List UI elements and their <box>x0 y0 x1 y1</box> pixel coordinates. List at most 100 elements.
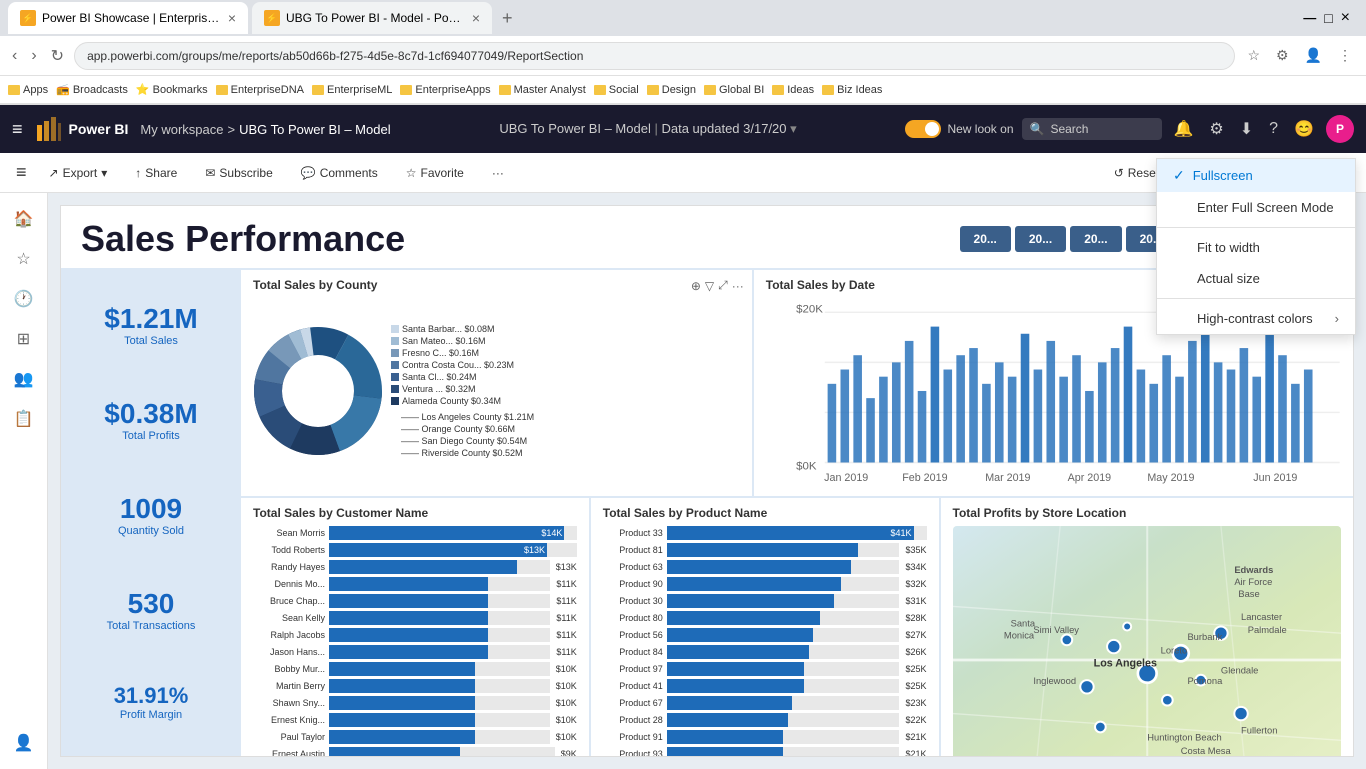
forward-button[interactable]: › <box>27 43 40 69</box>
list-item: Sean Morris $14K <box>253 526 577 540</box>
bar-track <box>329 679 550 693</box>
list-item: Product 63 $34K <box>603 560 927 574</box>
browser-chrome: ⚡ Power BI Showcase | Enterprise L... × … <box>0 0 1366 105</box>
bookmark-design[interactable]: Design <box>647 84 696 96</box>
county-chart-expand-icon[interactable]: ⤢ <box>718 278 728 293</box>
powerbi-logo: Power BI <box>35 115 129 143</box>
svg-text:Monica: Monica <box>1003 631 1034 641</box>
more-button[interactable]: ⋮ <box>1332 43 1358 68</box>
maximize-button[interactable]: □ <box>1324 10 1332 26</box>
powerbi-topbar: ≡ Power BI My workspace > UBG To Power B… <box>0 105 1366 153</box>
view-fullscreen-item[interactable]: ✓ Fullscreen <box>1157 159 1355 192</box>
sidebar-clock-icon[interactable]: 🕐 <box>6 281 42 317</box>
year-filter-1[interactable]: 20... <box>960 226 1011 252</box>
new-look-toggle[interactable]: New look on <box>905 120 1013 138</box>
view-high-contrast-item[interactable]: High-contrast colors › <box>1157 303 1355 334</box>
bar-track <box>667 560 900 574</box>
download-button[interactable]: ⬇ <box>1236 115 1257 143</box>
view-fit-width-item[interactable]: Fit to width <box>1157 232 1355 263</box>
list-item: Randy Hayes $13K <box>253 560 577 574</box>
county-chart-focus-icon[interactable]: ⊕ <box>691 278 701 293</box>
tab-close-2[interactable]: × <box>472 10 480 26</box>
feedback-button[interactable]: 😊 <box>1290 115 1318 143</box>
favorite-button[interactable]: ☆ Favorite <box>400 162 470 184</box>
year-filter-2[interactable]: 20... <box>1015 226 1066 252</box>
bar-track <box>329 730 550 744</box>
tab-close-1[interactable]: × <box>228 10 236 26</box>
high-contrast-arrow: › <box>1335 311 1339 326</box>
view-enter-fullscreen-item[interactable]: Enter Full Screen Mode <box>1157 192 1355 223</box>
svg-text:Huntington Beach: Huntington Beach <box>1147 732 1221 742</box>
bar-track <box>667 662 900 676</box>
sidebar-home-icon[interactable]: 🏠 <box>6 201 42 237</box>
close-window-button[interactable]: × <box>1341 9 1350 27</box>
comments-button[interactable]: 💬 Comments <box>295 162 384 184</box>
search-box[interactable]: 🔍 Search <box>1022 118 1162 140</box>
bookmark-enterpriseml[interactable]: EnterpriseML <box>312 84 392 96</box>
high-contrast-label: High-contrast colors <box>1197 311 1313 326</box>
tab-inactive[interactable]: ⚡ Power BI Showcase | Enterprise L... × <box>8 2 248 34</box>
user-avatar[interactable]: P <box>1326 115 1354 143</box>
bookmarks-bar: Apps 📻 Broadcasts ⭐ Bookmarks Enterprise… <box>0 76 1366 104</box>
subscribe-icon: ✉ <box>205 166 215 180</box>
bookmark-enterpriseapps[interactable]: EnterpriseApps <box>400 84 490 96</box>
kpi-total-sales: $1.21M Total Sales <box>77 303 225 347</box>
bookmark-enterprisedna[interactable]: EnterpriseDNA <box>216 84 304 96</box>
export-button[interactable]: ↗ Export ▾ <box>43 162 114 184</box>
bookmark-social[interactable]: Social <box>594 84 639 96</box>
settings-button[interactable]: ⚙ <box>1205 115 1227 143</box>
bookmark-broadcasts[interactable]: 📻 Broadcasts <box>56 83 128 96</box>
kpi-total-profits-label: Total Profits <box>77 430 225 442</box>
bar-track <box>667 645 900 659</box>
svg-text:Mar 2019: Mar 2019 <box>985 472 1030 484</box>
list-item: Jason Hans... $11K <box>253 645 577 659</box>
bookmark-bookmarks[interactable]: ⭐ Bookmarks <box>136 83 208 96</box>
search-placeholder: Search <box>1050 122 1088 136</box>
list-item: Ralph Jacobs $11K <box>253 628 577 642</box>
sidebar-apps-icon[interactable]: ⊞ <box>6 321 42 357</box>
profile-button[interactable]: 👤 <box>1299 43 1328 68</box>
sidebar-search-people-icon[interactable]: 👥 <box>6 361 42 397</box>
bookmark-biz-ideas[interactable]: Biz Ideas <box>822 84 882 96</box>
extensions-button[interactable]: ⚙ <box>1270 43 1295 68</box>
map-container[interactable]: Edwards Air Force Base Lancaster Palmdal… <box>953 526 1342 756</box>
bookmark-master-analyst[interactable]: Master Analyst <box>499 84 586 96</box>
notifications-button[interactable]: 🔔 <box>1170 115 1198 143</box>
svg-text:Air Force: Air Force <box>1234 577 1272 587</box>
list-item: Product 30 $31K <box>603 594 927 608</box>
new-tab-button[interactable]: + <box>496 8 519 29</box>
product-chart-panel: Total Sales by Product Name Product 33 $… <box>591 498 941 756</box>
subscribe-button[interactable]: ✉ Subscribe <box>199 162 278 184</box>
back-button[interactable]: ‹ <box>8 43 21 69</box>
sidebar-workspace-icon[interactable]: 📋 <box>6 401 42 437</box>
bookmark-ideas[interactable]: Ideas <box>772 84 814 96</box>
bookmark-button[interactable]: ☆ <box>1241 43 1266 68</box>
bookmark-global-bi[interactable]: Global BI <box>704 84 764 96</box>
nav-my-workspace[interactable]: My workspace <box>140 122 223 137</box>
bar-track <box>329 696 550 710</box>
svg-text:Base: Base <box>1238 589 1259 599</box>
year-filters: 20... 20... 20... 20... <box>960 226 1177 252</box>
view-actual-size-item[interactable]: Actual size <box>1157 263 1355 294</box>
reload-button[interactable]: ↻ <box>47 42 68 70</box>
address-bar[interactable] <box>74 42 1235 70</box>
sidebar-toggle-button[interactable]: ≡ <box>16 162 27 183</box>
share-button[interactable]: ↑ Share <box>129 162 183 184</box>
help-button[interactable]: ? <box>1265 116 1282 142</box>
county-chart-filter-icon[interactable]: ▽ <box>705 278 714 293</box>
sidebar-hamburger[interactable]: ≡ <box>12 119 23 140</box>
tab-active[interactable]: ⚡ UBG To Power BI - Model - Powe... × <box>252 2 492 34</box>
bar-track <box>329 645 550 659</box>
sidebar-user-icon[interactable]: 👤 <box>6 725 42 761</box>
svg-text:Burbank: Burbank <box>1187 632 1222 642</box>
county-chart-more-icon[interactable]: ··· <box>732 278 744 293</box>
bookmark-apps[interactable]: Apps <box>8 84 48 96</box>
more-options-button[interactable]: ··· <box>486 162 510 184</box>
toggle-switch[interactable] <box>905 120 941 138</box>
svg-text:Lancaster: Lancaster <box>1241 612 1282 622</box>
year-filter-3[interactable]: 20... <box>1070 226 1121 252</box>
bar-track <box>329 611 550 625</box>
list-item: Martin Berry $10K <box>253 679 577 693</box>
minimize-button[interactable]: ─ <box>1303 8 1316 29</box>
sidebar-star-icon[interactable]: ☆ <box>6 241 42 277</box>
